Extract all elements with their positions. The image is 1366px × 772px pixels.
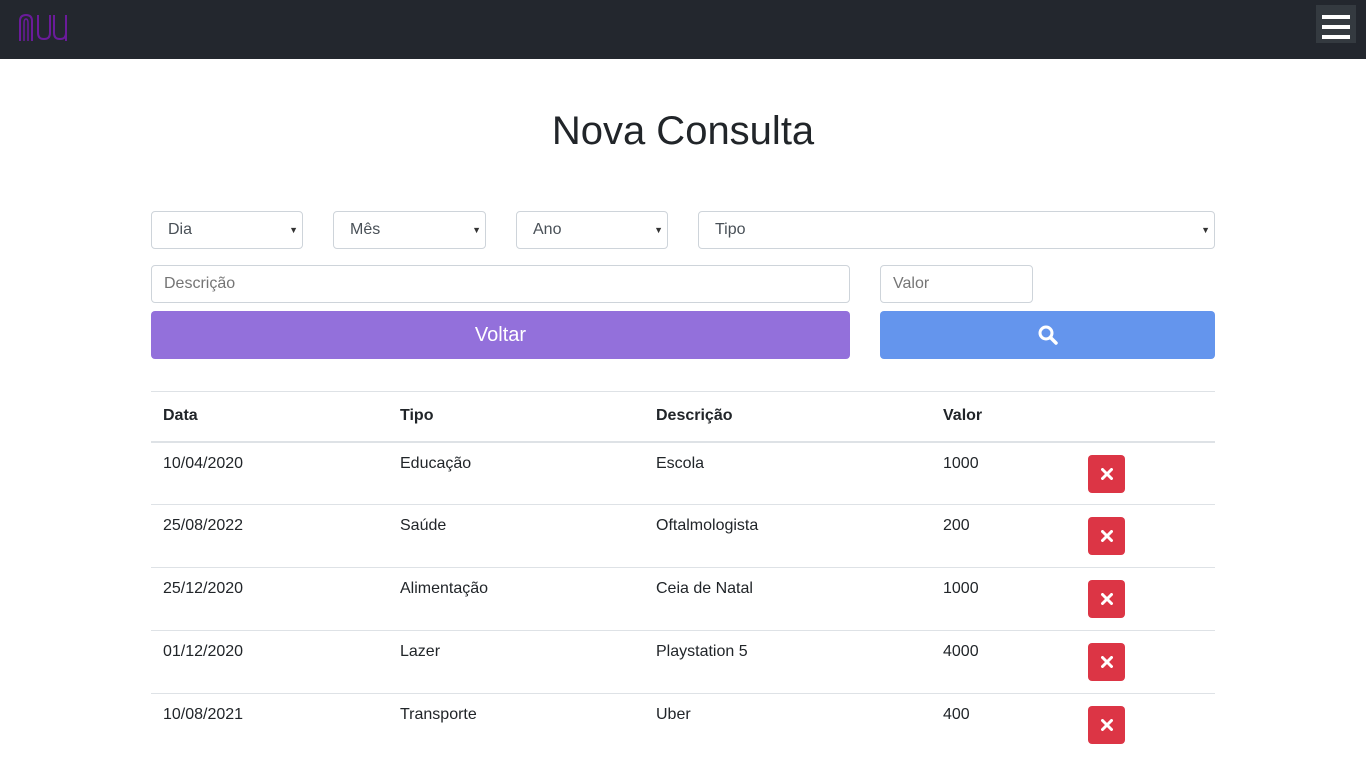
cell-valor: 1000 [931,441,1076,505]
close-icon [1100,719,1113,731]
close-icon [1100,467,1113,480]
table-row: 25/12/2020 Alimentação Ceia de Natal 1000 [151,567,1215,631]
cell-tipo: Educação [388,441,644,505]
cell-descricao: Oftalmologista [644,504,931,568]
voltar-button[interactable]: Voltar [151,311,850,359]
ano-select[interactable]: Ano ▼ [516,211,668,249]
cell-data: 10/04/2020 [151,441,388,505]
chevron-down-icon: ▼ [654,225,663,235]
column-header-tipo: Tipo [388,391,644,443]
cell-tipo: Saúde [388,504,644,568]
page-title: Nova Consulta [551,109,815,153]
search-icon [1038,325,1058,345]
cell-actions [1076,567,1215,631]
expenses-table: Data Tipo Descrição Valor 10/04/2020 Educ… [151,391,1215,757]
nubank-logo-icon[interactable] [18,11,72,45]
cell-actions [1076,694,1215,757]
chevron-down-icon: ▼ [289,225,298,235]
dia-select[interactable]: Dia ▼ [151,211,303,249]
cell-tipo: Alimentação [388,567,644,631]
ano-select-value: Ano [533,221,562,238]
table-row: 10/04/2020 Educação Escola 1000 [151,441,1215,505]
close-icon [1100,656,1113,668]
delete-button[interactable] [1088,580,1125,618]
cell-descricao: Uber [656,706,691,723]
delete-button[interactable] [1088,706,1125,744]
delete-button[interactable] [1088,643,1125,681]
table-row: 25/08/2022 Saúde Oftalmologista 200 [151,504,1215,568]
close-icon [1100,530,1113,542]
cell-actions [1076,504,1215,568]
column-header-valor: Valor [931,391,1076,443]
chevron-down-icon: ▼ [1201,225,1210,235]
cell-data: 10/08/2021 [163,706,244,723]
cell-descricao: Escola [644,441,931,505]
column-header-actions [1076,391,1215,443]
cell-descricao: Playstation 5 [644,630,931,694]
cell-data: 01/12/2020 [151,630,388,694]
hamburger-menu-icon [1322,15,1350,39]
close-icon [1100,593,1113,605]
cell-actions [1076,630,1215,694]
cell-valor: 1000 [931,567,1076,631]
cell-valor: 200 [931,504,1076,568]
delete-button[interactable] [1088,517,1125,555]
cell-tipo: Lazer [388,630,644,694]
mes-select[interactable]: Mês ▼ [333,211,486,249]
descricao-input[interactable] [151,265,850,303]
table-row: 10/08/2021 Transporte Uber 400 [151,694,1215,757]
chevron-down-icon: ▼ [472,225,481,235]
table-header-row: Data Tipo Descrição Valor [151,391,1215,443]
mes-select-value: Mês [350,221,381,238]
dia-select-value: Dia [168,221,193,238]
column-header-descricao: Descrição [644,391,931,443]
cell-data: 25/08/2022 [151,504,388,568]
cell-descricao: Ceia de Natal [644,567,931,631]
table-row: 01/12/2020 Lazer Playstation 5 4000 [151,630,1215,694]
valor-input[interactable] [880,265,1033,303]
cell-data: 25/12/2020 [151,567,388,631]
navbar [0,0,1366,59]
cell-tipo: Transporte [400,706,477,723]
tipo-select[interactable]: Tipo ▼ [698,211,1215,249]
cell-valor: 400 [943,706,970,723]
search-button[interactable] [880,311,1215,359]
tipo-select-value: Tipo [715,221,746,238]
cell-valor: 4000 [931,630,1076,694]
menu-button[interactable] [1316,5,1356,43]
column-header-data: Data [151,391,388,443]
cell-actions [1076,441,1215,505]
delete-button[interactable] [1088,454,1125,493]
